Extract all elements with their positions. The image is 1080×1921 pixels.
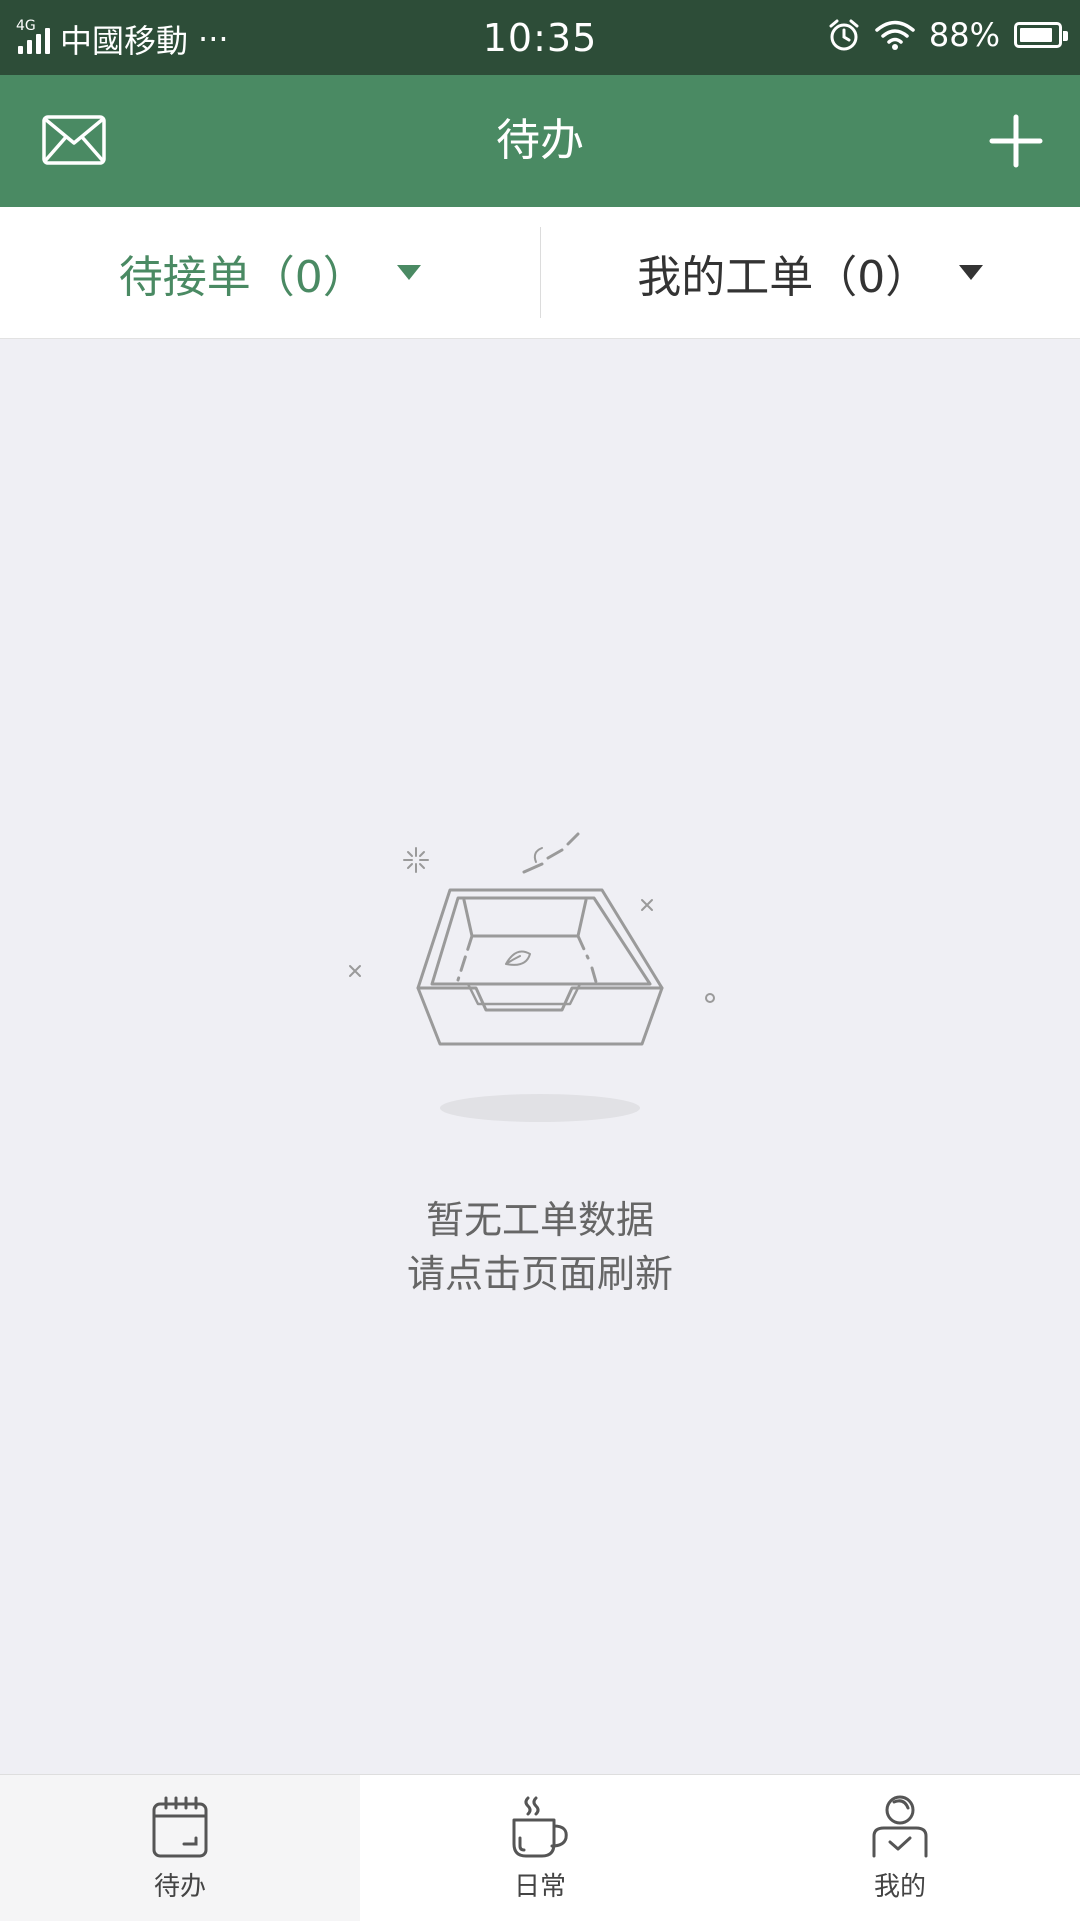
filter-pending-orders[interactable]: 待接单（0） — [0, 207, 540, 338]
filter-label: 我的工单（0） — [637, 241, 929, 305]
user-icon — [868, 1794, 932, 1860]
tab-mine[interactable]: 我的 — [720, 1775, 1080, 1921]
tab-daily[interactable]: 日常 — [360, 1775, 720, 1921]
alarm-icon — [827, 18, 861, 52]
calendar-icon — [148, 1794, 212, 1860]
dropdown-arrow-icon — [959, 265, 983, 280]
mail-icon[interactable] — [42, 115, 106, 165]
tab-label: 日常 — [514, 1866, 566, 1903]
tab-todo[interactable]: 待办 — [0, 1775, 360, 1921]
dropdown-arrow-icon — [397, 265, 421, 280]
tab-label: 我的 — [874, 1866, 926, 1903]
battery-percent: 88% — [929, 16, 1000, 54]
empty-message-line1: 暂无工单数据 — [0, 1193, 1080, 1247]
header-bar: 待办 — [0, 75, 1080, 207]
wifi-icon — [875, 19, 915, 51]
filter-my-orders[interactable]: 我的工单（0） — [541, 207, 1080, 338]
empty-message: 暂无工单数据 请点击页面刷新 — [0, 1193, 1080, 1301]
bottom-tab-bar: 待办 日常 我的 — [0, 1774, 1080, 1921]
filter-bar: 待接单（0） 我的工单（0） — [0, 207, 1080, 339]
status-bar: 4G 中國移動 ··· 10:35 88% — [0, 0, 1080, 75]
filter-label: 待接单（0） — [119, 241, 367, 305]
coffee-cup-icon — [508, 1794, 572, 1860]
empty-state[interactable]: 暂无工单数据 请点击页面刷新 — [0, 338, 1080, 1774]
page-title: 待办 — [0, 75, 1080, 207]
tab-label: 待办 — [154, 1866, 206, 1903]
battery-icon — [1014, 22, 1062, 48]
empty-message-line2: 请点击页面刷新 — [0, 1247, 1080, 1301]
plus-icon[interactable] — [988, 113, 1044, 169]
status-right: 88% — [827, 16, 1062, 54]
empty-tray-icon — [330, 818, 750, 1138]
